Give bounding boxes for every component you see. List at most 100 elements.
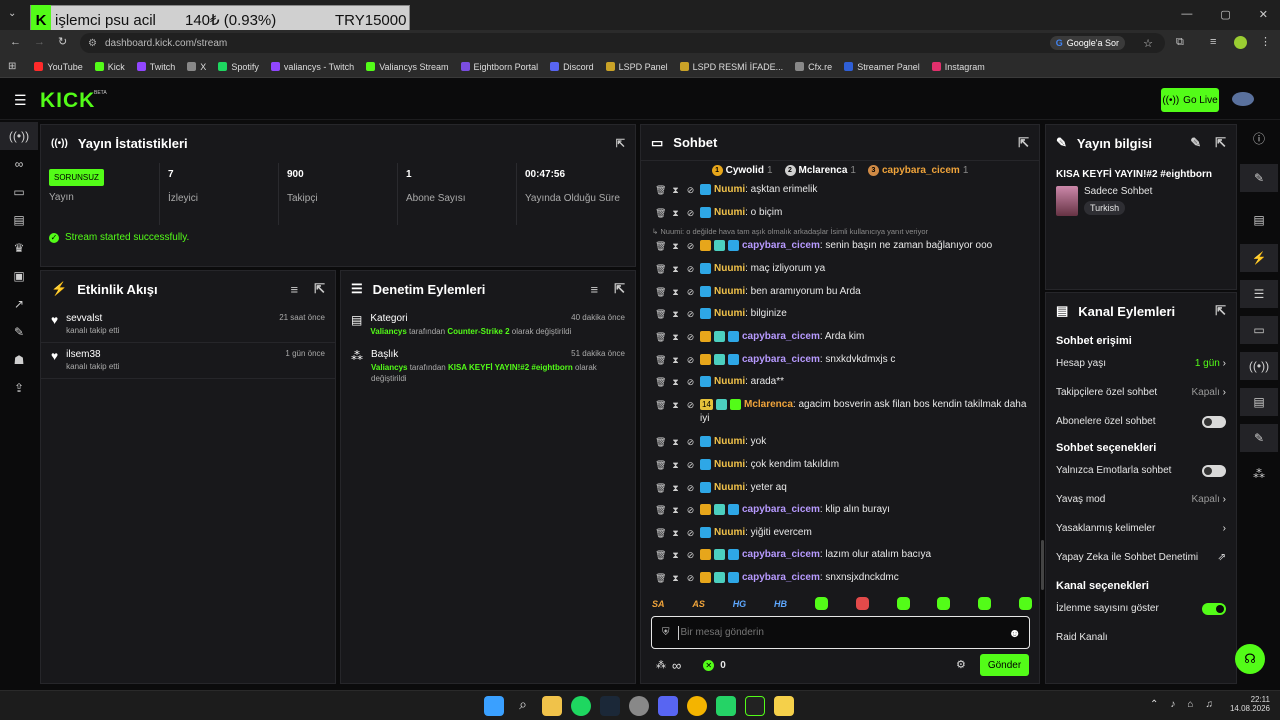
ban-icon[interactable]: ⊘: [685, 262, 696, 276]
users-icon[interactable]: ⁂: [656, 660, 666, 671]
top-chatter[interactable]: 1 Cywolid 1: [711, 164, 773, 176]
delete-icon[interactable]: 🗑: [655, 526, 666, 540]
start-icon[interactable]: [484, 696, 504, 716]
search-icon[interactable]: ⌕: [513, 696, 533, 716]
timeout-icon[interactable]: ⧗: [670, 481, 681, 495]
timeout-icon[interactable]: ⧗: [670, 458, 681, 472]
edit-panel-icon[interactable]: ✎: [1240, 164, 1278, 192]
analytics-nav-icon[interactable]: ▤: [0, 206, 38, 234]
popout-icon[interactable]: ⇱: [616, 137, 625, 150]
shield-icon[interactable]: ⛨: [662, 627, 670, 638]
ai-moderation-row[interactable]: Yapay Zeka ile Sohbet Denetimi ⇗: [1046, 543, 1236, 572]
emote-only-toggle[interactable]: [1202, 464, 1226, 477]
timeout-icon[interactable]: ⧗: [670, 375, 681, 389]
emoji-icon[interactable]: ☻: [1008, 626, 1021, 640]
chat-username[interactable]: Nuumi: [714, 184, 745, 195]
chat-input[interactable]: ⛨ ☻: [651, 616, 1030, 649]
ban-icon[interactable]: ⊘: [685, 375, 696, 389]
delete-icon[interactable]: 🗑: [655, 353, 666, 367]
ban-icon[interactable]: ⊘: [685, 458, 696, 472]
filter-icon[interactable]: ≡: [591, 282, 599, 297]
banned-words-row[interactable]: Yasaklanmış kelimeler ›: [1046, 514, 1236, 543]
media-icon[interactable]: ≡: [1210, 36, 1216, 48]
chat-username[interactable]: Nuumi: [714, 376, 745, 387]
timeout-icon[interactable]: ⧗: [670, 262, 681, 276]
stream-nav-icon[interactable]: ((•)): [0, 122, 38, 150]
chat-username[interactable]: capybara_cicem: [742, 354, 820, 365]
obs-icon[interactable]: [629, 696, 649, 716]
emote[interactable]: HG: [733, 599, 747, 609]
delete-icon[interactable]: 🗑: [655, 307, 666, 321]
chrome-icon[interactable]: [687, 696, 707, 716]
followers-only-row[interactable]: Takipçilere özel sohbet Kapalı ›: [1046, 378, 1236, 407]
bookmark-item[interactable]: Instagram: [931, 62, 985, 72]
back-icon[interactable]: ←: [10, 36, 21, 48]
user-avatar[interactable]: [1232, 92, 1254, 106]
ban-icon[interactable]: ⊘: [685, 330, 696, 344]
emote-icon[interactable]: [978, 597, 992, 610]
popout-icon[interactable]: ⇱: [1215, 135, 1226, 151]
emote-icon[interactable]: [814, 597, 828, 610]
users-panel-icon[interactable]: ⁂: [1240, 460, 1278, 488]
bookmark-item[interactable]: LSPD RESMİ İFADE...: [679, 62, 783, 72]
chat-username[interactable]: Nuumi: [714, 459, 745, 470]
bookmark-item[interactable]: Kick: [94, 62, 125, 72]
raid-row[interactable]: Raid Kanalı: [1046, 623, 1236, 652]
activity-panel-icon[interactable]: ⚡: [1240, 244, 1278, 272]
support-headset-button[interactable]: ☊: [1235, 644, 1265, 674]
emote-icon[interactable]: [855, 597, 869, 610]
volume-icon[interactable]: ♫: [1205, 699, 1213, 710]
bookmark-item[interactable]: Twitch: [136, 62, 175, 72]
timeout-icon[interactable]: ⧗: [670, 548, 681, 562]
activity-user[interactable]: sevvalst: [66, 313, 279, 324]
bookmark-item[interactable]: Streamer Panel: [844, 62, 920, 72]
emote-icon[interactable]: [937, 597, 951, 610]
ban-icon[interactable]: ⊘: [685, 206, 696, 220]
timeout-icon[interactable]: ⧗: [670, 330, 681, 344]
ban-icon[interactable]: ⊘: [685, 435, 696, 449]
chat-message-field[interactable]: [680, 627, 981, 638]
app-icon-2[interactable]: [774, 696, 794, 716]
chat-username[interactable]: Nuumi: [714, 263, 745, 274]
edit-icon[interactable]: ✎: [1190, 135, 1201, 151]
chat-username[interactable]: capybara_cicem: [742, 572, 820, 583]
points-icon[interactable]: ✕: [703, 660, 715, 671]
bookmark-item[interactable]: Eightborn Portal: [460, 62, 538, 72]
discord-icon[interactable]: [658, 696, 678, 716]
timeout-icon[interactable]: ⧗: [670, 526, 681, 540]
timeout-icon[interactable]: ⧗: [670, 435, 681, 449]
wrench-panel-icon[interactable]: ✎: [1240, 424, 1278, 452]
media-nav-icon[interactable]: ▣: [0, 262, 38, 290]
bookmark-star-icon[interactable]: ☆: [1143, 37, 1153, 50]
delete-icon[interactable]: 🗑: [655, 239, 666, 253]
delete-icon[interactable]: 🗑: [655, 183, 666, 197]
tab-list-icon[interactable]: ⌄: [8, 8, 16, 19]
account-age-row[interactable]: Hesap yaşı 1 gün ›: [1046, 349, 1236, 378]
upload-nav-icon[interactable]: ⇪: [0, 374, 38, 402]
close-icon[interactable]: ✕: [1259, 8, 1268, 21]
ban-icon[interactable]: ⊘: [685, 503, 696, 517]
timeout-icon[interactable]: ⧗: [670, 307, 681, 321]
ban-icon[interactable]: ⊘: [685, 353, 696, 367]
apps-grid-icon[interactable]: ⊞: [8, 61, 16, 72]
timeout-icon[interactable]: ⧗: [670, 398, 681, 412]
site-info-icon[interactable]: ⚙: [88, 38, 97, 49]
settings-gear-icon[interactable]: ⚙: [956, 658, 966, 671]
moderator-name[interactable]: Valiancys: [371, 363, 407, 372]
spotify-icon[interactable]: [571, 696, 591, 716]
send-button[interactable]: Gönder: [980, 654, 1029, 676]
delete-icon[interactable]: 🗑: [655, 503, 666, 517]
bookmark-item[interactable]: Spotify: [218, 62, 259, 72]
view-count-toggle[interactable]: [1202, 602, 1226, 615]
tray-arrow-icon[interactable]: ⌃: [1150, 699, 1158, 710]
chat-username[interactable]: Nuumi: [714, 286, 745, 297]
emote[interactable]: AS: [692, 599, 705, 609]
bookmark-item[interactable]: LSPD Panel: [605, 62, 668, 72]
chat-username[interactable]: capybara_cicem: [742, 504, 820, 515]
emote-icon[interactable]: [1018, 597, 1032, 610]
ban-icon[interactable]: ⊘: [685, 398, 696, 412]
extensions-icon[interactable]: ⧉: [1176, 36, 1184, 49]
filter-icon[interactable]: ≡: [291, 282, 299, 297]
stream-panel-icon[interactable]: ((•)): [1240, 352, 1278, 380]
delete-icon[interactable]: 🗑: [655, 458, 666, 472]
